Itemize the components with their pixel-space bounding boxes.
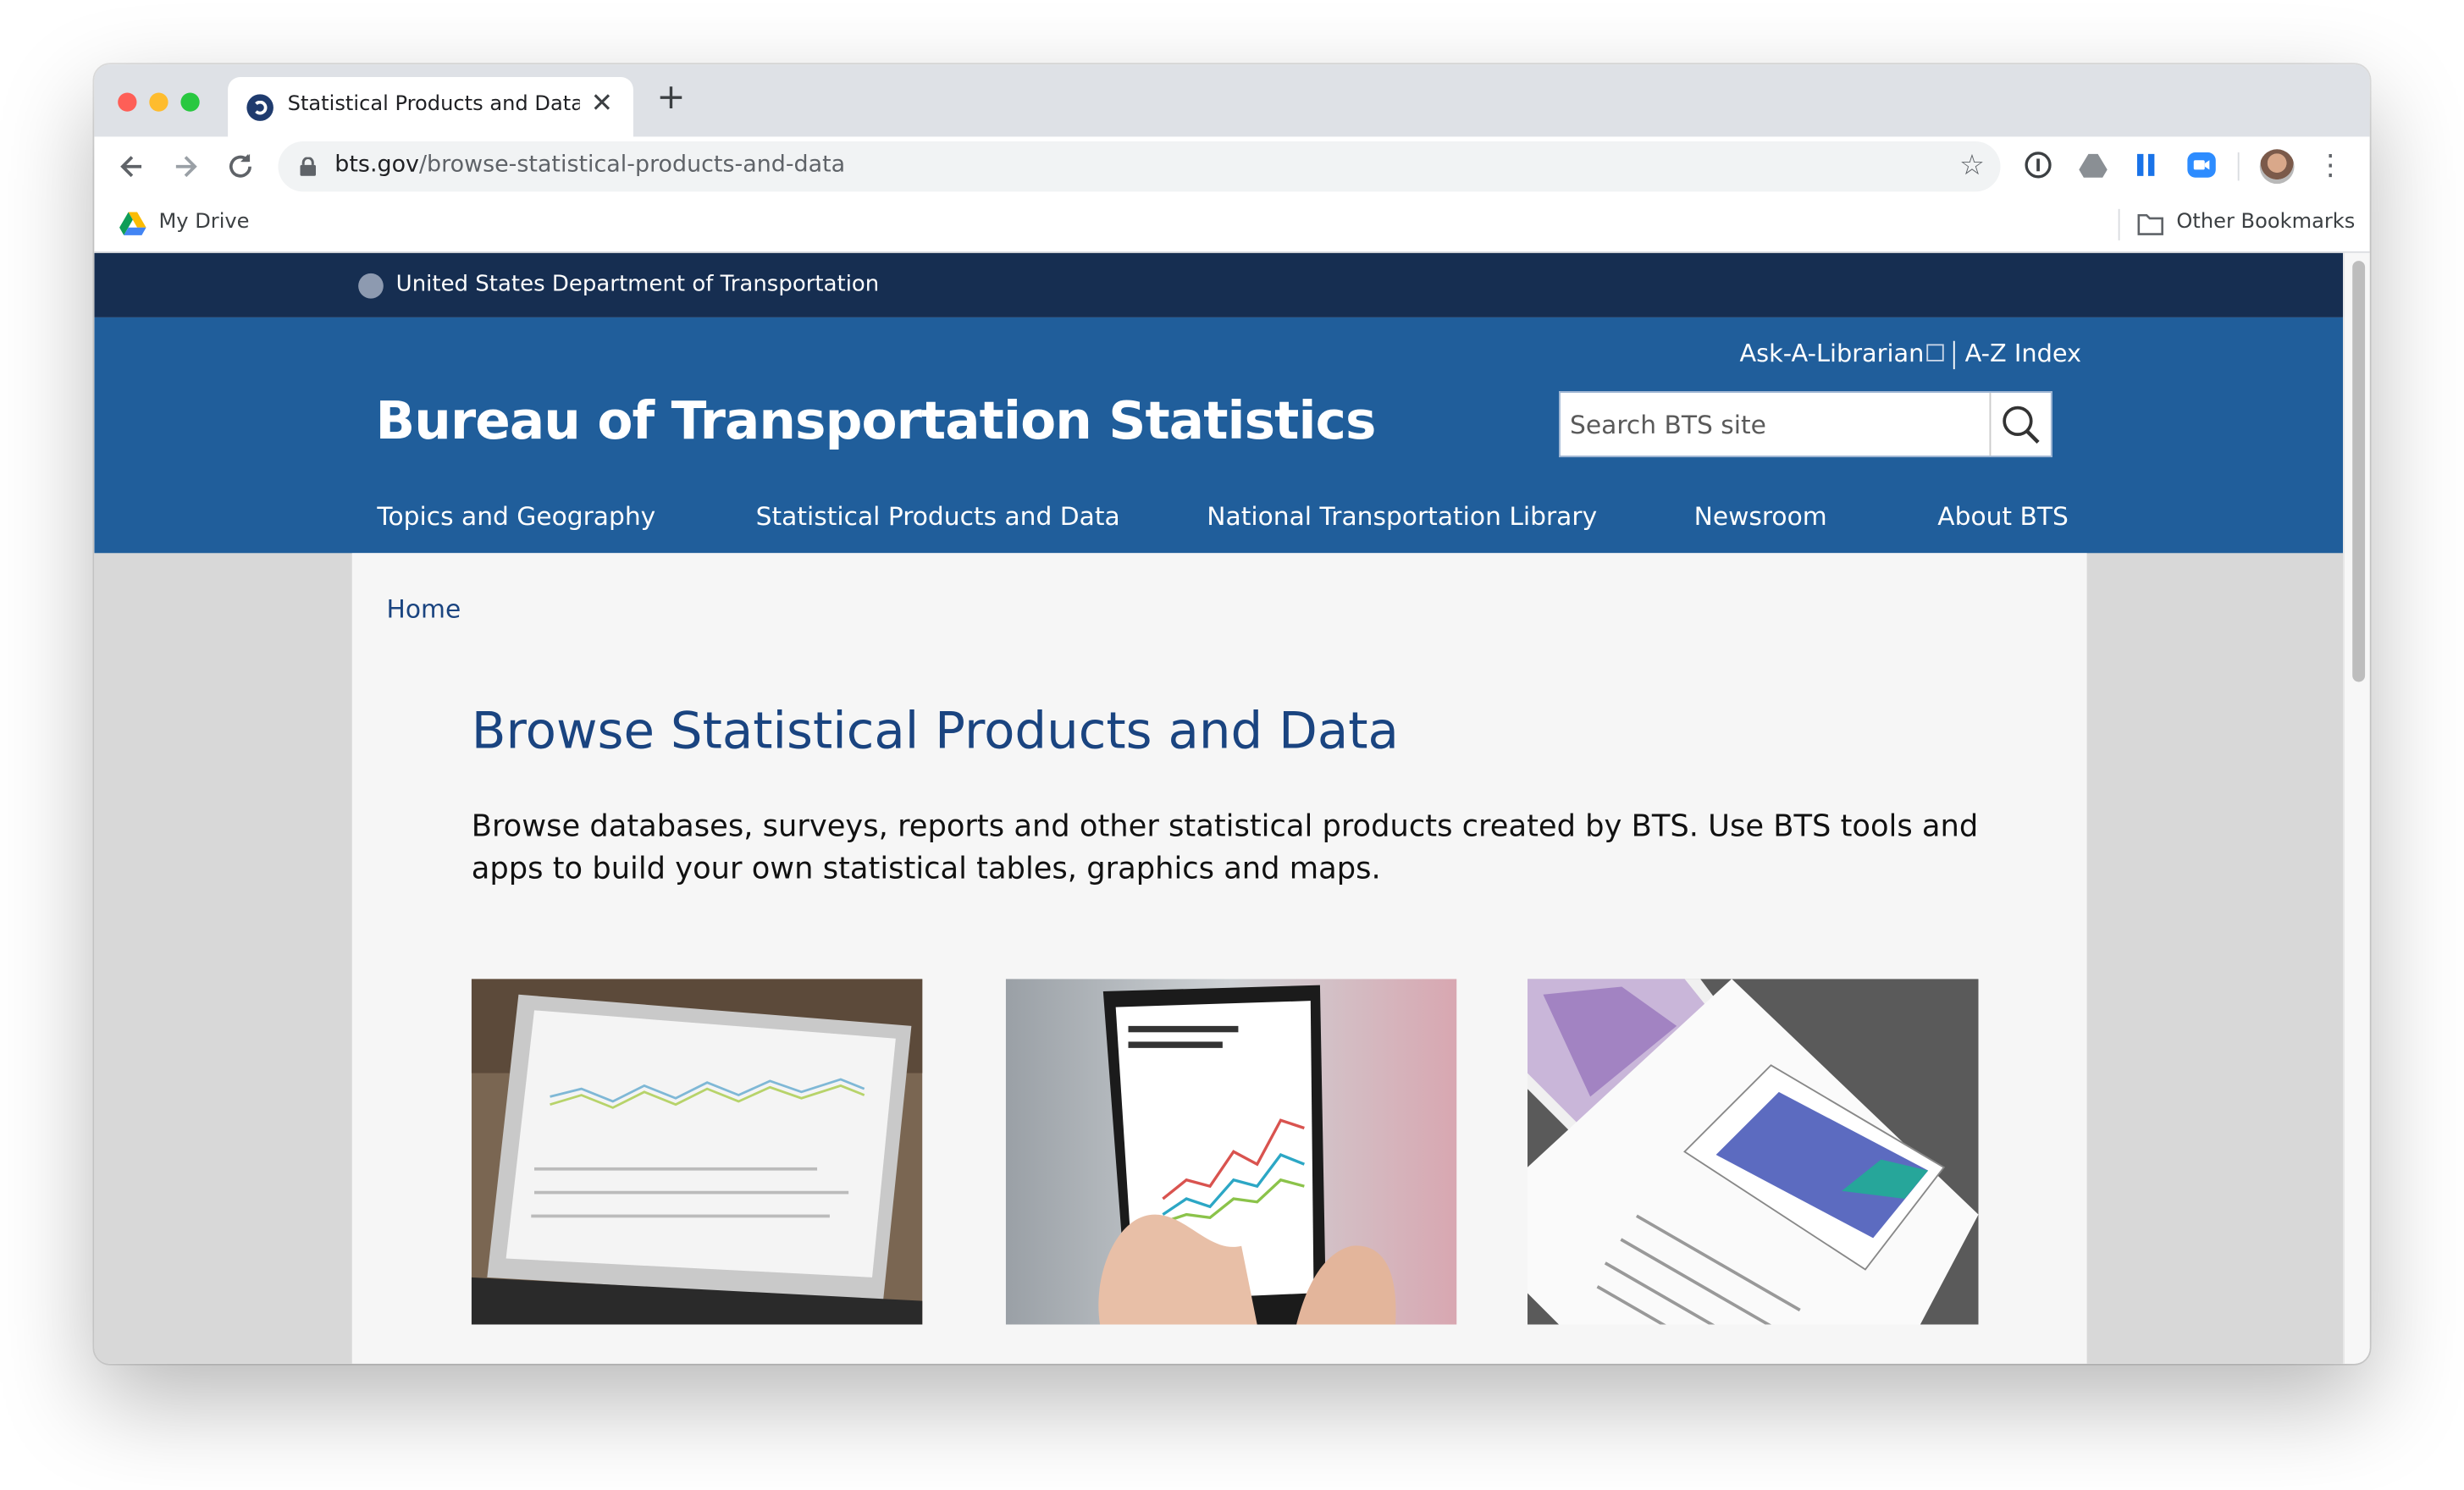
profile-avatar[interactable] — [2259, 149, 2295, 185]
drive-extension-icon[interactable] — [2077, 149, 2108, 180]
search-icon — [2003, 406, 2040, 444]
site-search — [1559, 391, 2052, 458]
zoom-extension-icon[interactable] — [2186, 149, 2218, 180]
phone-chart-image[interactable] — [1005, 979, 1457, 1325]
external-link-icon — [1927, 344, 1945, 361]
search-input[interactable] — [1560, 392, 1985, 456]
close-window-button[interactable] — [118, 92, 137, 112]
gov-banner: United States Department of Transportati… — [94, 252, 2344, 317]
browser-tab-active[interactable]: Statistical Products and Data | Bureau o… — [228, 76, 633, 137]
other-bookmarks[interactable]: Other Bookmarks — [2176, 211, 2355, 235]
reload-icon[interactable] — [224, 149, 258, 184]
url-text: bts.gov/browse-statistical-products-and-… — [334, 152, 845, 178]
scrollbar-thumb[interactable] — [2352, 261, 2366, 682]
bookmark-my-drive[interactable]: My Drive — [158, 211, 249, 235]
close-tab-icon[interactable]: ✕ — [586, 88, 617, 119]
tab-bar: Statistical Products and Data | Bureau o… — [94, 64, 2370, 137]
breadcrumb-home[interactable]: Home — [387, 594, 461, 624]
bookmark-star-icon[interactable]: ☆ — [1959, 149, 1985, 182]
utility-links: Ask-A-Librarian A-Z Index — [1739, 339, 2081, 369]
dot-logo-icon — [246, 94, 273, 121]
nav-about-bts[interactable]: About BTS — [1937, 501, 2069, 531]
search-button[interactable] — [1989, 392, 2051, 456]
folder-icon — [2137, 213, 2163, 235]
browser-window: Statistical Products and Data | Bureau o… — [94, 64, 2370, 1364]
report-map-image[interactable] — [1527, 979, 1979, 1325]
page-intro: Browse databases, surveys, reports and o… — [471, 808, 1979, 886]
zoom-window-button[interactable] — [180, 92, 200, 112]
bookmarks-bar: My Drive Other Bookmarks — [94, 196, 2370, 253]
dot-seal-icon — [358, 273, 384, 299]
main-nav: Topics and Geography Statistical Product… — [377, 501, 2068, 536]
pause-extension-icon[interactable] — [2131, 149, 2163, 180]
gov-banner-text[interactable]: United States Department of Transportati… — [396, 272, 880, 297]
nav-newsroom[interactable]: Newsroom — [1694, 501, 1827, 531]
nav-statistical-products-and-data[interactable]: Statistical Products and Data — [756, 501, 1120, 531]
new-tab-button[interactable]: + — [654, 81, 688, 117]
page-scrollbar[interactable] — [2343, 252, 2370, 1364]
lock-icon — [300, 157, 317, 176]
url-path: /browse-statistical-products-and-data — [418, 152, 846, 178]
forward-arrow-icon[interactable] — [169, 149, 203, 184]
google-drive-icon — [119, 212, 146, 235]
minimize-window-button[interactable] — [149, 92, 169, 112]
page-viewport: United States Department of Transportati… — [94, 252, 2344, 1364]
browser-toolbar: bts.gov/browse-statistical-products-and-… — [94, 136, 2370, 196]
laptop-chart-image[interactable] — [471, 979, 923, 1325]
url-domain: bts.gov — [334, 152, 419, 178]
a-z-index-link[interactable]: A-Z Index — [1965, 339, 2081, 367]
site-header: Ask-A-Librarian A-Z Index Bureau of Trans… — [94, 317, 2344, 554]
ask-a-librarian-link[interactable]: Ask-A-Librarian — [1739, 339, 1924, 367]
nav-topics-and-geography[interactable]: Topics and Geography — [377, 501, 655, 531]
site-title[interactable]: Bureau of Transportation Statistics — [376, 389, 1377, 450]
bookmarks-divider — [2118, 208, 2120, 240]
more-menu-icon[interactable]: ⋮ — [2317, 150, 2345, 182]
page-title: Browse Statistical Products and Data — [471, 700, 1399, 761]
tab-title: Statistical Products and Data | Bureau o… — [287, 92, 580, 117]
address-bar[interactable]: bts.gov/browse-statistical-products-and-… — [278, 141, 2001, 192]
toolbar-divider — [2237, 152, 2240, 181]
nav-national-transportation-library[interactable]: National Transportation Library — [1207, 501, 1597, 531]
info-extension-icon[interactable] — [2023, 149, 2054, 180]
main-content: Home Browse Statistical Products and Dat… — [351, 553, 2087, 1364]
back-arrow-icon[interactable] — [114, 149, 149, 184]
util-divider — [1953, 339, 1956, 369]
